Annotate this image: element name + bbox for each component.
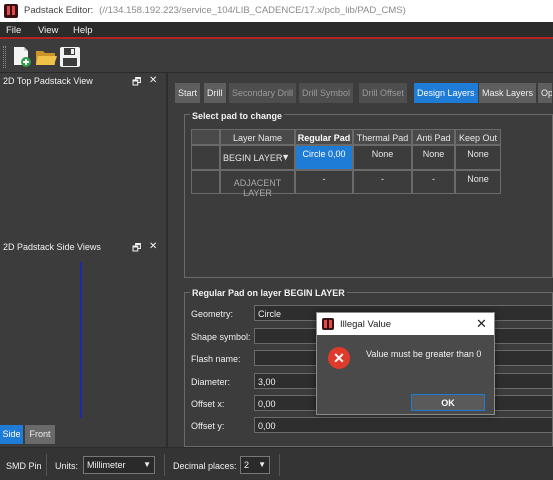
chevron-down-icon: ▼ [143, 460, 151, 469]
layer-name-cell: BEGIN LAYER [223, 153, 283, 163]
window-path: (//134.158.192.223/service_104/LIB_CADEN… [99, 5, 406, 16]
select-pad-title: Select pad to change [190, 111, 285, 121]
dialog-title-bar[interactable]: Illegal Value ✕ [317, 313, 494, 335]
ok-button[interactable]: OK [411, 394, 485, 411]
regular-pad-title: Regular Pad on layer BEGIN LAYER [190, 288, 347, 298]
menu-view[interactable]: View [38, 25, 58, 36]
app-logo-icon [322, 318, 334, 330]
top-view-panel-title: 2D Top Padstack View 🗗 ✕ [0, 74, 164, 88]
shape-symbol-label: Shape symbol: [191, 332, 251, 342]
table-corner [191, 129, 220, 145]
padstack-side-line [80, 262, 82, 418]
diameter-label: Diameter: [191, 377, 231, 387]
tab-drill-offset[interactable]: Drill Offset [359, 83, 408, 103]
status-separator [164, 454, 165, 476]
tab-drill-symbol[interactable]: Drill Symbol [299, 83, 355, 103]
header-thermal-pad[interactable]: Thermal Pad [353, 129, 412, 145]
side-views-panel-title: 2D Padstack Side Views 🗗 ✕ [0, 240, 164, 254]
side-padstack-view[interactable] [0, 256, 164, 422]
tab-side[interactable]: Side [0, 425, 23, 444]
regular-pad-cell[interactable]: Circle 0,00 [295, 145, 353, 170]
toolbar [0, 41, 553, 73]
editor-tabs: Start Drill Secondary Drill Drill Symbol… [175, 83, 553, 103]
tab-start[interactable]: Start [175, 83, 202, 103]
illegal-value-dialog: Illegal Value ✕ ✕ Value must be greater … [316, 312, 495, 415]
dialog-title: Illegal Value [340, 319, 392, 330]
table-row[interactable]: BEGIN LAYER ▼ [220, 145, 295, 170]
close-icon[interactable]: ✕ [149, 75, 157, 86]
geometry-label: Geometry: [191, 309, 234, 319]
regular-pad-cell[interactable]: - [295, 170, 353, 194]
status-separator [46, 454, 47, 476]
anti-pad-cell[interactable]: - [412, 170, 455, 194]
thermal-pad-cell[interactable]: None [353, 145, 412, 170]
menu-file[interactable]: File [6, 25, 21, 36]
window-title: Padstack Editor: (//134.158.192.223/servi… [24, 5, 406, 16]
units-select[interactable]: Millimeter ▼ [83, 456, 155, 474]
close-icon[interactable]: ✕ [149, 241, 157, 252]
flash-name-label: Flash name: [191, 354, 241, 364]
header-regular-pad[interactable]: Regular Pad [295, 129, 353, 145]
decimal-places-value: 2 [244, 460, 250, 470]
keep-out-cell[interactable]: None [455, 145, 501, 170]
row-header [191, 170, 220, 194]
side-views-title: 2D Padstack Side Views [3, 242, 101, 252]
status-bar: SMD Pin Units: Millimeter ▼ Decimal plac… [0, 447, 553, 480]
anti-pad-cell[interactable]: None [412, 145, 455, 170]
tab-mask-layers[interactable]: Mask Layers [479, 83, 538, 103]
chevron-down-icon: ▼ [258, 460, 266, 469]
decimal-places-label: Decimal places: [173, 461, 237, 471]
open-folder-icon[interactable] [34, 45, 58, 69]
offset-y-field[interactable]: 0,00 [254, 417, 553, 433]
top-view-title: 2D Top Padstack View [3, 76, 93, 86]
tab-drill[interactable]: Drill [204, 83, 227, 103]
app-logo-icon [4, 4, 18, 18]
save-icon[interactable] [58, 45, 82, 69]
header-keep-out[interactable]: Keep Out [455, 129, 501, 145]
chevron-down-icon[interactable]: ▼ [281, 152, 290, 162]
title-bar: Padstack Editor: (//134.158.192.223/servi… [0, 0, 553, 22]
row-header [191, 145, 220, 170]
decimal-places-select[interactable]: 2 ▼ [240, 456, 270, 474]
tab-overflow[interactable]: Op [538, 83, 553, 103]
offset-y-label: Offset y: [191, 421, 225, 431]
dialog-message: Value must be greater than 0 [366, 349, 482, 359]
pad-type-label: SMD Pin [6, 461, 42, 471]
panel-splitter[interactable] [166, 73, 168, 447]
close-icon[interactable]: ✕ [476, 316, 487, 332]
offset-x-label: Offset x: [191, 399, 225, 409]
header-anti-pad[interactable]: Anti Pad [412, 129, 455, 145]
menu-bar: File View Help [0, 22, 553, 39]
layer-name-cell[interactable]: ADJACENT LAYER [220, 170, 295, 198]
thermal-pad-cell[interactable]: - [353, 170, 412, 194]
menu-help[interactable]: Help [73, 25, 93, 36]
top-padstack-view[interactable] [0, 90, 164, 236]
header-layer-name: Layer Name [220, 129, 295, 145]
tab-secondary-drill[interactable]: Secondary Drill [229, 83, 298, 103]
units-value: Millimeter [87, 460, 126, 470]
error-icon: ✕ [328, 347, 350, 369]
keep-out-cell[interactable]: None [455, 170, 501, 194]
status-separator [279, 454, 280, 476]
new-file-icon[interactable] [10, 45, 34, 69]
units-label: Units: [55, 461, 79, 471]
tab-design-layers[interactable]: Design Layers [414, 83, 479, 103]
toolbar-grip[interactable] [3, 46, 6, 68]
tab-front[interactable]: Front [25, 425, 55, 444]
